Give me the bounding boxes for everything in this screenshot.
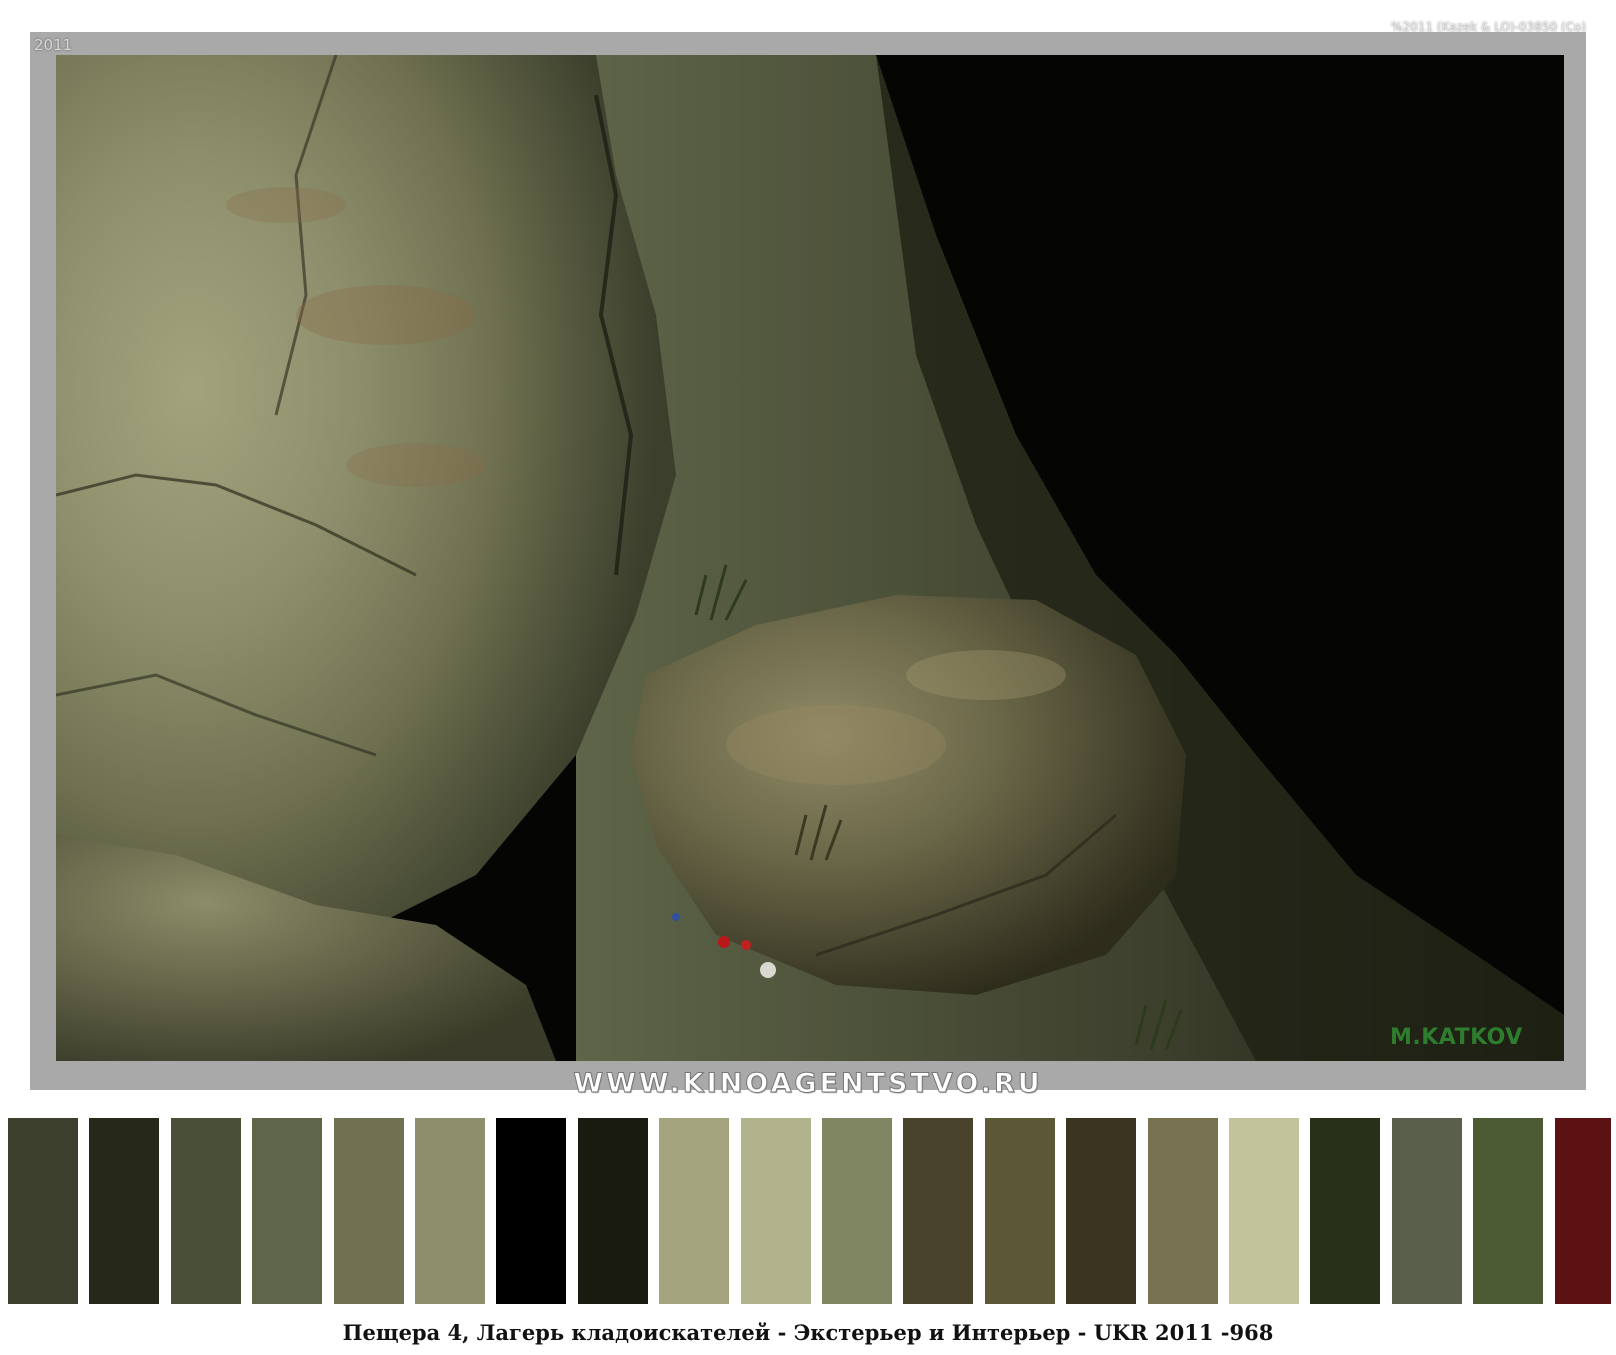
palette-swatch (496, 1118, 566, 1304)
palette-swatch (171, 1118, 241, 1304)
palette-swatch (903, 1118, 973, 1304)
color-palette (0, 1118, 1616, 1304)
palette-swatch (578, 1118, 648, 1304)
palette-swatch (822, 1118, 892, 1304)
year-stamp: 2011 (34, 36, 73, 54)
palette-swatch (1555, 1118, 1611, 1304)
palette-swatch (1066, 1118, 1136, 1304)
palette-swatch (8, 1118, 78, 1304)
palette-swatch (1148, 1118, 1218, 1304)
palette-swatch (334, 1118, 404, 1304)
palette-swatch (252, 1118, 322, 1304)
palette-swatch (415, 1118, 485, 1304)
palette-swatch (741, 1118, 811, 1304)
caption: Пещера 4, Лагерь кладоискателей - Экстер… (342, 1320, 1274, 1345)
palette-swatch (659, 1118, 729, 1304)
palette-swatch (1392, 1118, 1462, 1304)
cave-photo (56, 55, 1564, 1061)
palette-swatch (89, 1118, 159, 1304)
palette-swatch (1310, 1118, 1380, 1304)
photographer-credit: M.KATKOV (1390, 1025, 1523, 1050)
palette-swatch (985, 1118, 1055, 1304)
palette-swatch (1473, 1118, 1543, 1304)
palette-swatch (1229, 1118, 1299, 1304)
site-watermark: WWW.KINOAGENTSTVO.RU (573, 1068, 1043, 1100)
